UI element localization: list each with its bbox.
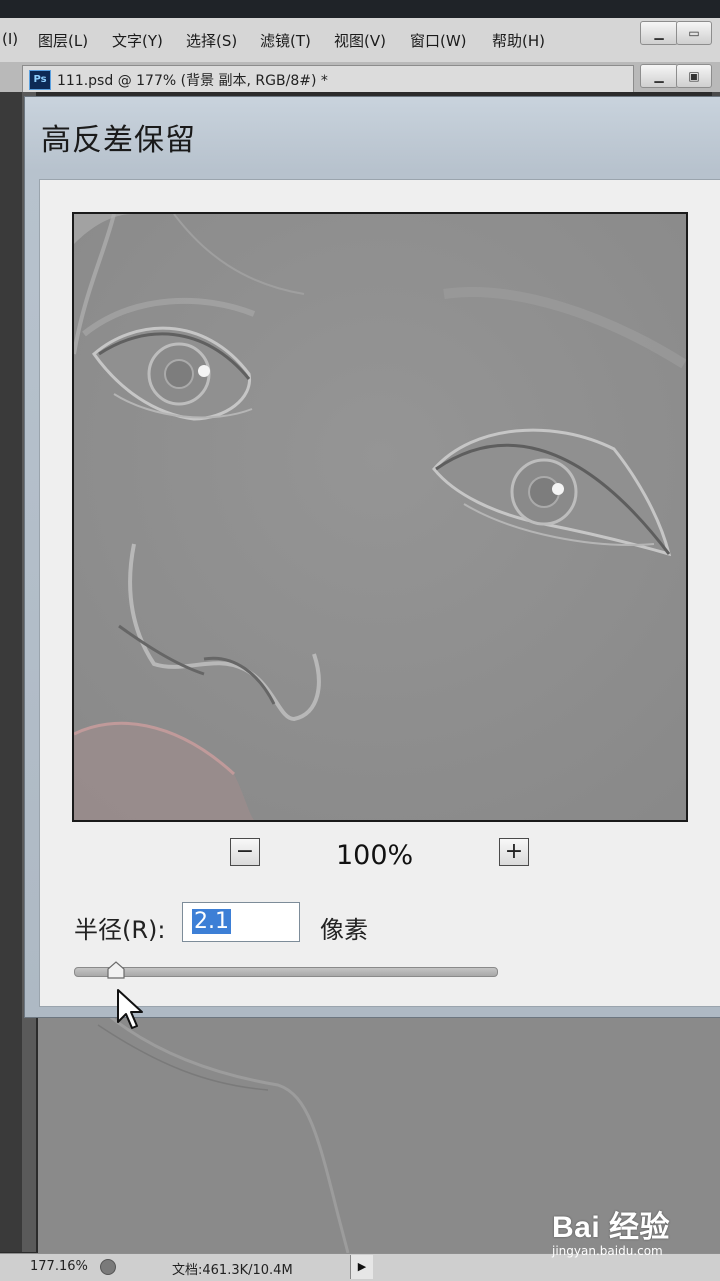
photoshop-icon: Ps <box>29 70 51 90</box>
baidu-watermark: Bai 经验 jingyan.baidu.com <box>552 1212 712 1262</box>
menu-item-layer[interactable]: 图层(L) <box>38 30 88 51</box>
document-tab[interactable]: Ps 111.psd @ 177% (背景 副本, RGB/8#) * <box>22 65 634 92</box>
title-strip <box>0 0 720 18</box>
app-minimize-button[interactable]: ▁ <box>640 21 678 45</box>
menu-item-partial[interactable]: (I) <box>2 30 18 48</box>
doc-minimize-button[interactable]: ▁ <box>640 64 678 88</box>
high-pass-dialog: 高反差保留 − 100% + 半径(R): 2.1 像素 <box>24 96 720 1018</box>
mouse-pointer-icon <box>117 989 143 1029</box>
menu-item-view[interactable]: 视图(V) <box>334 30 386 51</box>
zoom-value: 100% <box>336 840 414 871</box>
watermark-url: jingyan.baidu.com <box>552 1244 663 1258</box>
app-restore-button[interactable]: ▭ <box>676 21 712 45</box>
doc-restore-button[interactable]: ▣ <box>676 64 712 88</box>
status-info-icon[interactable] <box>100 1259 116 1275</box>
document-tab-bar: Ps 111.psd @ 177% (背景 副本, RGB/8#) * ▁ ▣ <box>0 62 720 92</box>
menu-item-help[interactable]: 帮助(H) <box>492 30 545 51</box>
document-tab-title: 111.psd @ 177% (背景 副本, RGB/8#) * <box>57 73 328 89</box>
radius-slider-track[interactable] <box>74 967 498 977</box>
zoom-out-button[interactable]: − <box>230 838 260 866</box>
menu-item-type[interactable]: 文字(Y) <box>112 30 163 51</box>
filter-preview[interactable] <box>72 212 688 822</box>
dialog-title: 高反差保留 <box>41 123 196 158</box>
menu-item-filter[interactable]: 滤镜(T) <box>260 30 311 51</box>
menu-item-select[interactable]: 选择(S) <box>186 30 237 51</box>
dialog-body: − 100% + 半径(R): 2.1 像素 <box>39 179 720 1007</box>
tools-panel <box>0 92 22 1252</box>
status-zoom[interactable]: 177.16% <box>30 1259 88 1274</box>
radius-input[interactable]: 2.1 <box>182 902 300 942</box>
radius-value-selected: 2.1 <box>192 909 231 934</box>
radius-unit: 像素 <box>320 916 368 944</box>
preview-face-image <box>74 214 686 820</box>
watermark-logo: Bai 经验 <box>552 1211 671 1244</box>
menu-item-window[interactable]: 窗口(W) <box>410 30 467 51</box>
status-menu-arrow-icon[interactable]: ▶ <box>350 1255 373 1279</box>
status-doc-size: 文档:461.3K/10.4M <box>172 1263 293 1278</box>
radius-label: 半径(R): <box>74 916 166 944</box>
zoom-in-button[interactable]: + <box>499 838 529 866</box>
menu-bar: (I) 图层(L) 文字(Y) 选择(S) 滤镜(T) 视图(V) 窗口(W) … <box>0 18 720 63</box>
radius-slider-thumb[interactable] <box>106 960 126 980</box>
